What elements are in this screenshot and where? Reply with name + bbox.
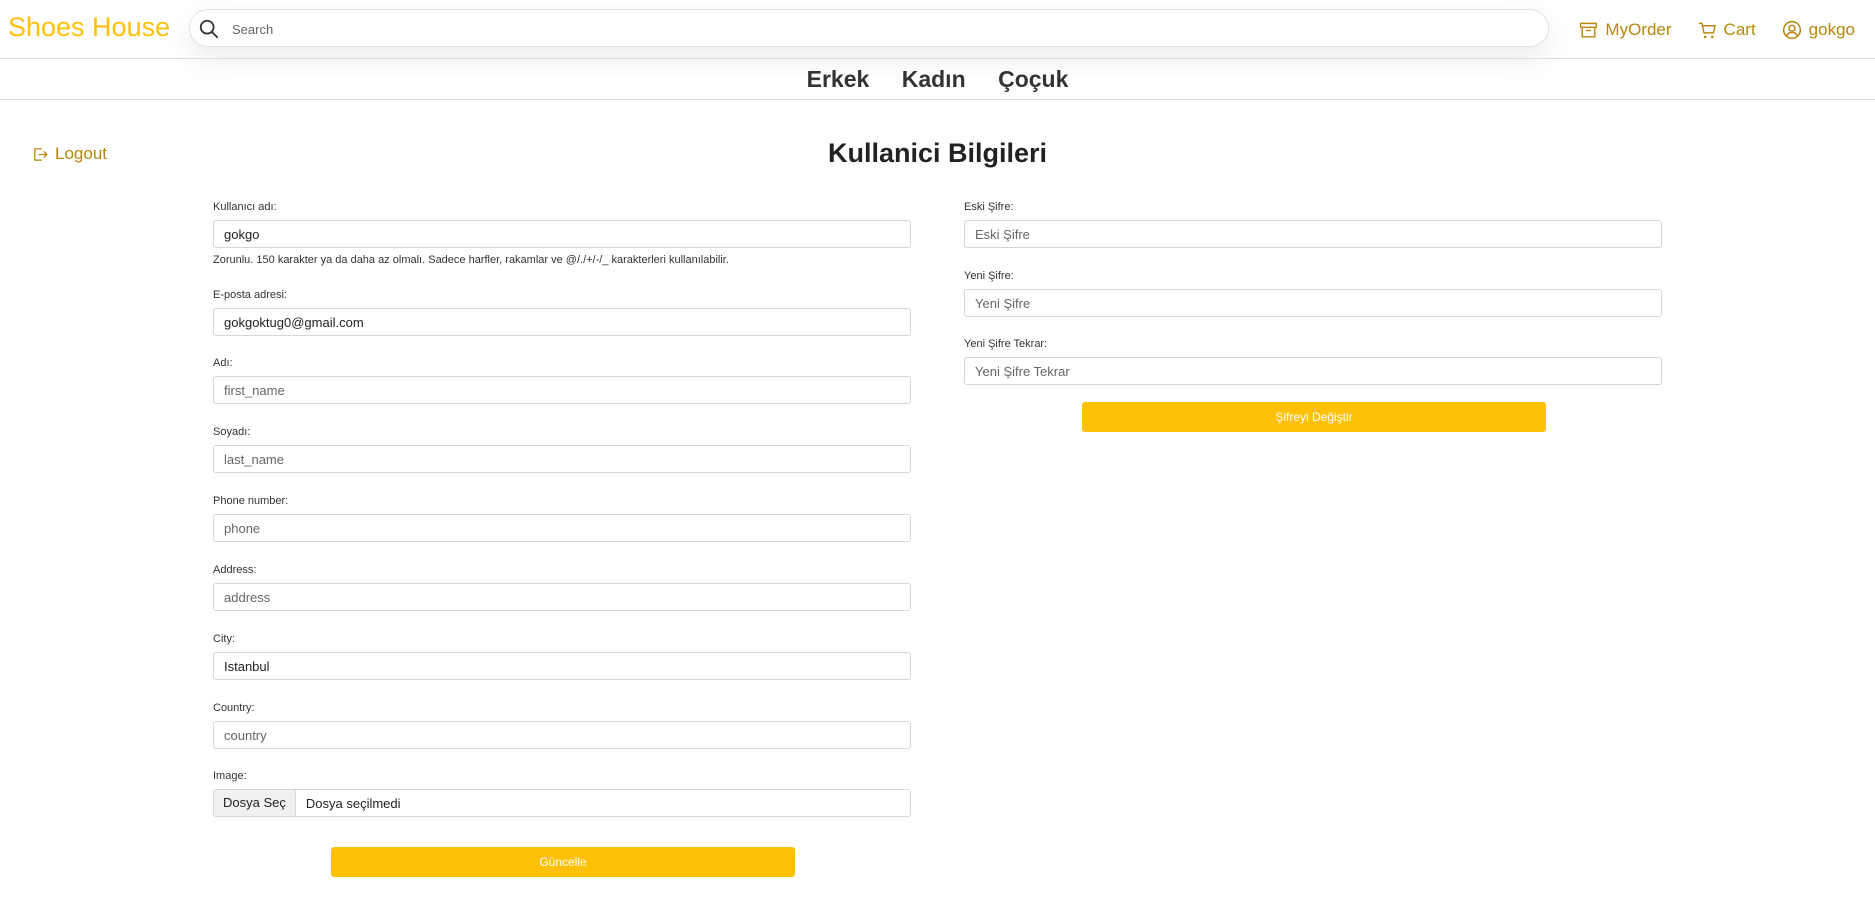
old-password-input[interactable] — [964, 220, 1662, 248]
country-field: Country: — [213, 701, 911, 749]
repeat-password-field: Yeni Şifre Tekrar: — [964, 337, 1662, 385]
city-field: City: — [213, 632, 911, 680]
search-icon[interactable] — [198, 18, 220, 40]
brand-logo[interactable]: Shoes House — [8, 10, 170, 44]
search-input[interactable] — [230, 16, 1534, 42]
page-title: Kullanici Bilgileri — [827, 138, 1048, 168]
last-name-field: Soyadı: — [213, 425, 911, 473]
image-field: Image: Dosya Seç Dosya seçilmedi — [213, 769, 911, 817]
email-input[interactable] — [213, 308, 911, 336]
username-label-text: Kullanıcı adı: — [213, 201, 277, 213]
new-password-label: Yeni Şifre: — [964, 270, 1014, 282]
repeat-password-input[interactable] — [964, 357, 1662, 385]
search-bar — [189, 9, 1549, 47]
my-order-link[interactable]: MyOrder — [1579, 20, 1672, 40]
username-field: Kullanıcı adı: — [213, 200, 911, 248]
last-name-label: Soyadı: — [213, 426, 251, 438]
profile-link[interactable]: gokgo — [1782, 20, 1855, 40]
address-input[interactable] — [213, 583, 911, 611]
top-navbar: Shoes House MyOrder Cart gokgo — [0, 0, 1875, 56]
phone-field: Phone number: — [213, 494, 911, 542]
first-name-label: Adı: — [213, 357, 233, 369]
my-order-label: MyOrder — [1605, 20, 1672, 39]
cart-icon — [1698, 22, 1716, 38]
country-label: Country: — [213, 702, 255, 714]
address-field: Address: — [213, 563, 911, 611]
image-label: Image: — [213, 770, 247, 782]
file-status-text: Dosya seçilmedi — [305, 795, 401, 811]
new-password-field: Yeni Şifre: — [964, 269, 1662, 317]
username-label: gokgo — [1808, 20, 1855, 39]
username-input[interactable] — [213, 220, 911, 248]
update-button[interactable]: Güncelle — [331, 847, 795, 877]
last-name-input[interactable] — [213, 445, 911, 473]
new-password-input[interactable] — [964, 289, 1662, 317]
country-input[interactable] — [213, 721, 911, 749]
email-label: E-posta adresi: — [213, 289, 287, 301]
category-nav: Erkek Kadın Çoçuk — [0, 58, 1875, 100]
first-name-input[interactable] — [213, 376, 911, 404]
old-password-field: Eski Şifre: — [964, 200, 1662, 248]
user-nav: MyOrder Cart gokgo — [1579, 18, 1875, 42]
email-field: E-posta adresi: — [213, 288, 911, 336]
image-file-input[interactable]: Dosya Seç Dosya seçilmedi — [213, 789, 911, 817]
archive-icon — [1580, 22, 1598, 38]
cart-label: Cart — [1723, 20, 1756, 39]
cart-link[interactable]: Cart — [1698, 20, 1756, 40]
choose-file-button[interactable]: Dosya Seç — [214, 790, 296, 816]
old-password-label: Eski Şifre: — [964, 201, 1014, 213]
city-label: City: — [213, 633, 235, 645]
phone-label: Phone number: — [213, 495, 289, 507]
phone-input[interactable] — [213, 514, 911, 542]
city-input[interactable] — [213, 652, 911, 680]
change-password-button[interactable]: Şifreyi Değiştir — [1082, 402, 1546, 432]
user-circle-icon — [1782, 20, 1801, 40]
username-help-text: Zorunlu. 150 karakter ya da daha az olma… — [213, 254, 729, 266]
first-name-field: Adı: — [213, 356, 911, 404]
category-erkek[interactable]: Erkek — [807, 59, 870, 99]
repeat-password-label: Yeni Şifre Tekrar: — [964, 338, 1048, 350]
address-label: Address: — [213, 564, 257, 576]
category-kadin[interactable]: Kadın — [902, 59, 966, 99]
category-cocuk[interactable]: Çoçuk — [998, 59, 1068, 99]
